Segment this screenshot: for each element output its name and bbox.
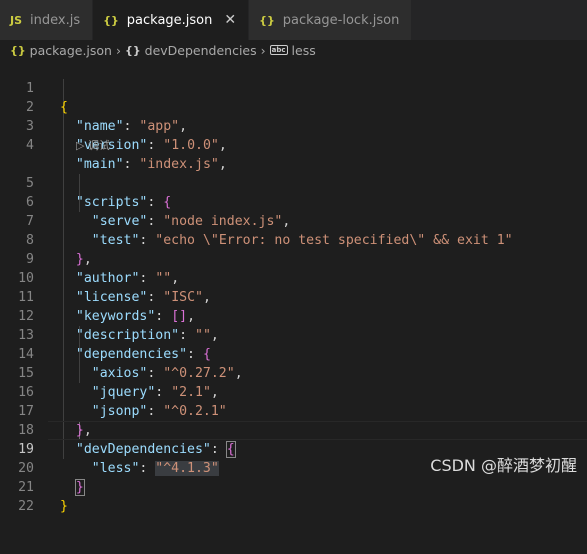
code-line: 17 },	[0, 383, 587, 438]
code-line: 22	[0, 478, 587, 514]
code-line-current: 19 "less": "^4.1.3"	[0, 421, 587, 476]
code-line: 10 "license": "ISC",	[0, 250, 587, 305]
breadcrumb-section[interactable]: devDependencies	[145, 43, 257, 58]
breadcrumb-file[interactable]: package.json	[30, 43, 112, 58]
code-line: 3 "version": "1.0.0",	[0, 98, 587, 153]
code-line: 8 },	[0, 212, 587, 267]
chevron-right-icon: ›	[115, 42, 121, 58]
tab-package-json[interactable]: {} package.json ✕	[93, 0, 250, 40]
tab-label: package.json	[126, 12, 213, 28]
json-file-icon: {}	[10, 43, 26, 57]
json-file-icon: {}	[259, 13, 275, 27]
code-line: 5 "scripts": {	[0, 155, 587, 210]
object-icon: {}	[124, 43, 141, 57]
breadcrumb: {} package.json › {} devDependencies › a…	[0, 40, 587, 60]
code-line: 2 "name": "app",	[0, 79, 587, 134]
code-line: 13 "dependencies": {	[0, 307, 587, 362]
code-line: 9 "author": "",	[0, 231, 587, 286]
tab-package-lock-json[interactable]: {} package-lock.json	[249, 0, 413, 40]
json-file-icon: {}	[103, 13, 119, 27]
close-icon[interactable]: ✕	[224, 12, 236, 28]
code-line: 7 "test": "echo \"Error: no test specifi…	[0, 193, 587, 248]
debug-codelens[interactable]: ▷ 调试	[76, 136, 110, 155]
breadcrumb-key[interactable]: less	[292, 43, 316, 58]
code-line: 18 "devDependencies": {	[0, 402, 587, 458]
code-line: 12 "description": "",	[0, 288, 587, 343]
javascript-file-icon: JS	[10, 13, 23, 27]
tab-label: index.js	[30, 12, 81, 28]
code-line: 14 "axios": "^0.27.2",	[0, 326, 587, 381]
code-line: 11 "keywords": [],	[0, 269, 587, 324]
tab-index-js[interactable]: JS index.js	[0, 0, 94, 40]
string-icon: abc	[269, 45, 288, 55]
line-number: 22	[18, 499, 34, 514]
code-editor[interactable]: 1 { 2 "name": "app", 3 "version": "1.0.0…	[0, 60, 587, 514]
watermark: CSDN @醉酒梦初醒	[430, 456, 577, 475]
chevron-right-icon: ›	[260, 42, 266, 58]
code-line: 4 "main": "index.js",	[0, 117, 587, 172]
editor-tab-bar: JS index.js {} package.json ✕ {} package…	[0, 0, 587, 40]
code-line: 1 {	[0, 60, 587, 115]
code-line: 15 "jquery": "2.1",	[0, 345, 587, 400]
debug-codelens-row: ▷ 调试	[0, 136, 587, 155]
tab-label: package-lock.json	[282, 12, 400, 28]
code-line: 16 "jsonp": "^0.2.1"	[0, 364, 587, 419]
code-line: 6 "serve": "node index.js",	[0, 174, 587, 229]
